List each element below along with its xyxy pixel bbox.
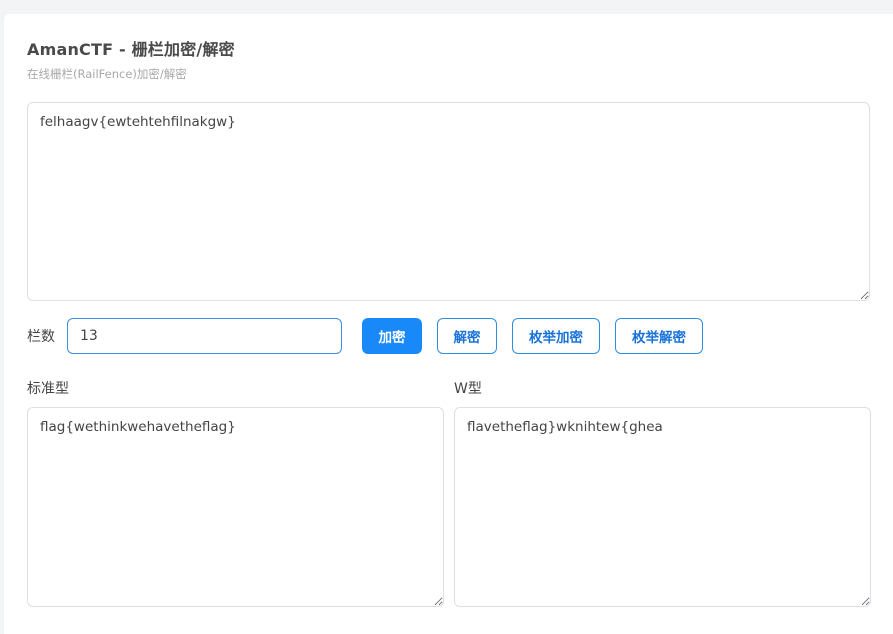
w-type-output-label: W型 bbox=[454, 381, 482, 397]
rails-input[interactable] bbox=[67, 318, 342, 354]
standard-output-label: 标准型 bbox=[27, 381, 69, 397]
w-type-output[interactable] bbox=[454, 407, 871, 607]
main-card: AmanCTF - 栅栏加密/解密 在线栅栏(RailFence)加密/解密 栏… bbox=[4, 14, 893, 634]
standard-output[interactable] bbox=[27, 407, 444, 607]
encrypt-button[interactable]: 加密 bbox=[362, 318, 422, 354]
page-title: AmanCTF - 栅栏加密/解密 bbox=[27, 40, 235, 59]
enum-decrypt-button[interactable]: 枚举解密 bbox=[615, 318, 703, 354]
plaintext-input[interactable] bbox=[27, 102, 870, 301]
rails-label: 栏数 bbox=[27, 329, 55, 345]
page-subtitle: 在线栅栏(RailFence)加密/解密 bbox=[27, 67, 187, 81]
enum-encrypt-button[interactable]: 枚举加密 bbox=[512, 318, 600, 354]
decrypt-button[interactable]: 解密 bbox=[437, 318, 497, 354]
